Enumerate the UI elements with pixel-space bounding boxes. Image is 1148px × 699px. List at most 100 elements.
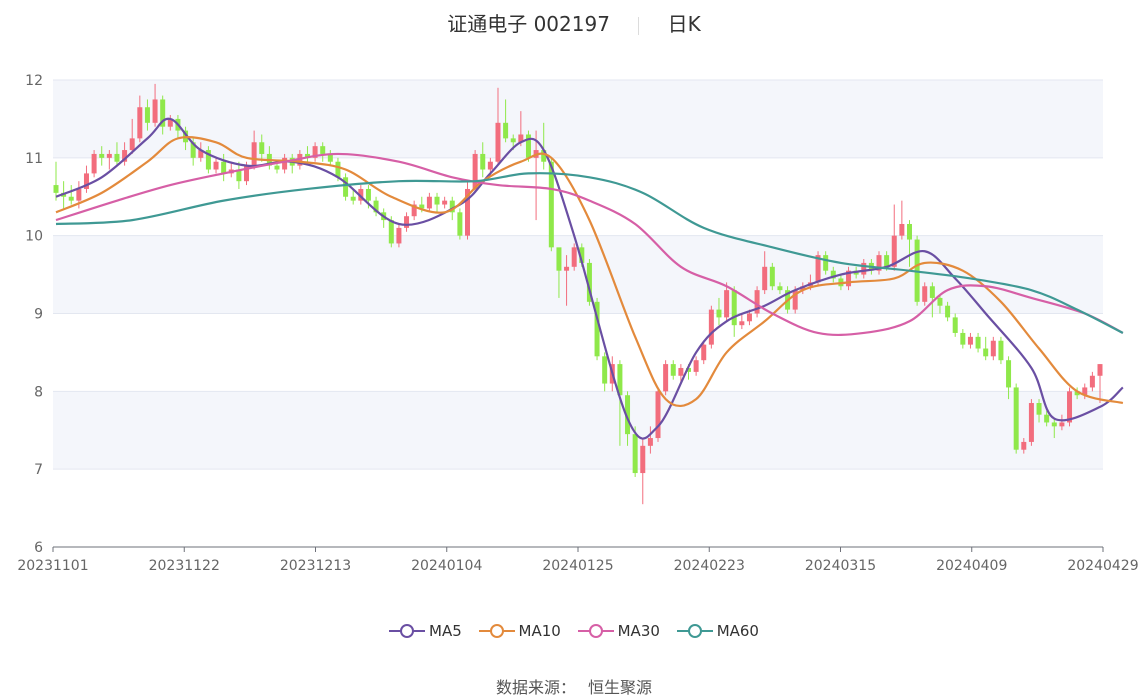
legend-item-ma10[interactable]: MA10 (478, 622, 561, 640)
x-tick-label: 20240125 (542, 558, 613, 574)
candle-down (556, 247, 562, 271)
candle-down (1051, 422, 1057, 427)
legend-marker-icon (389, 624, 425, 638)
candle-up (739, 321, 745, 326)
y-tick-label: 9 (34, 307, 43, 323)
candle-up (129, 138, 135, 151)
candle-up (137, 107, 143, 139)
candle-down (769, 266, 775, 287)
candle-up (106, 153, 112, 158)
legend-label: MA60 (716, 622, 759, 640)
candle-up (213, 161, 219, 170)
legend-marker-icon (478, 624, 515, 638)
candle-up (1089, 375, 1095, 388)
candle-up (396, 227, 402, 244)
candle-up (655, 391, 661, 439)
candle-down (503, 122, 509, 139)
legend-marker-icon (577, 624, 614, 638)
candle-down (1013, 387, 1019, 450)
candle-down (716, 309, 722, 318)
candle-up (1097, 364, 1103, 376)
candle-down (670, 364, 676, 376)
candle-up (693, 360, 699, 372)
candle-down (731, 290, 737, 326)
y-tick-label: 7 (34, 462, 43, 478)
legend: MA5 MA10 MA30 MA60 (0, 622, 1148, 642)
candle-up (251, 142, 257, 166)
x-tick-label: 20240409 (936, 558, 1007, 574)
legend-label: MA5 (429, 622, 462, 640)
candle-down (960, 332, 966, 345)
y-tick-label: 12 (25, 73, 43, 89)
candle-up (442, 200, 448, 205)
candle-up (967, 336, 973, 345)
candle-down (53, 185, 59, 193)
legend-marker-icon (676, 624, 713, 638)
x-tick-label: 20240223 (674, 558, 745, 574)
candle-down (1006, 360, 1012, 388)
data-source: 数据来源： 恒生聚源 (0, 674, 1148, 698)
candle-up (861, 262, 867, 275)
candle-up (487, 161, 493, 170)
candle-up (1028, 403, 1034, 442)
candle-up (678, 367, 684, 376)
candle-down (350, 196, 356, 201)
candle-up (762, 266, 768, 291)
legend-label: MA10 (518, 622, 561, 640)
candle-up (404, 216, 410, 228)
legend-item-ma60[interactable]: MA60 (676, 622, 759, 640)
candle-up (746, 313, 752, 322)
candle-up (647, 438, 653, 446)
candle-down (114, 153, 120, 162)
candle-down (777, 286, 783, 291)
candle-down (434, 196, 440, 205)
candle-up (922, 286, 928, 302)
x-tick-label: 20231101 (17, 558, 88, 574)
candle-down (388, 220, 394, 244)
y-tick-label: 11 (25, 151, 43, 167)
source-label: 数据来源： (495, 678, 576, 697)
candle-down (274, 165, 280, 170)
candle-up (1067, 391, 1073, 423)
candle-up (1021, 441, 1027, 450)
y-tick-label: 10 (25, 229, 43, 245)
candle-down (335, 161, 341, 178)
candle-down (937, 297, 943, 306)
y-tick-label: 8 (34, 384, 43, 400)
candle-down (510, 138, 516, 143)
candle-down (365, 188, 371, 201)
candle-up (708, 309, 714, 345)
candle-down (320, 146, 326, 154)
candle-down (602, 356, 608, 384)
legend-item-ma30[interactable]: MA30 (577, 622, 660, 640)
candle-up (76, 188, 82, 201)
candle-down (823, 255, 829, 271)
x-tick-label: 20240429 (1067, 558, 1138, 574)
candle-down (221, 161, 227, 174)
candle-down (632, 434, 638, 474)
candlestick-chart: 6 7 8 9 10 11 12 20231101 20231122 20231213 202401… (17, 73, 1138, 574)
candle-down (68, 196, 74, 201)
candle-up (91, 153, 97, 174)
candle-down (929, 286, 935, 298)
candle-down (99, 153, 105, 158)
candle-down (983, 348, 989, 357)
candle-down (457, 212, 463, 236)
grid-band (53, 80, 1103, 158)
candle-up (426, 196, 432, 209)
candle-up (724, 290, 730, 318)
candle-up (152, 99, 158, 123)
candle-down (480, 153, 486, 170)
candle-down (144, 107, 150, 123)
candle-down (906, 223, 912, 240)
candle-down (998, 340, 1004, 361)
candle-up (1059, 422, 1065, 427)
candle-up (564, 266, 570, 271)
candle-down (952, 317, 958, 333)
candle-up (640, 445, 646, 474)
candle-down (259, 142, 265, 154)
legend-item-ma5[interactable]: MA5 (389, 622, 462, 640)
candle-down (1044, 414, 1050, 423)
candle-up (990, 340, 996, 357)
candle-up (495, 122, 501, 162)
